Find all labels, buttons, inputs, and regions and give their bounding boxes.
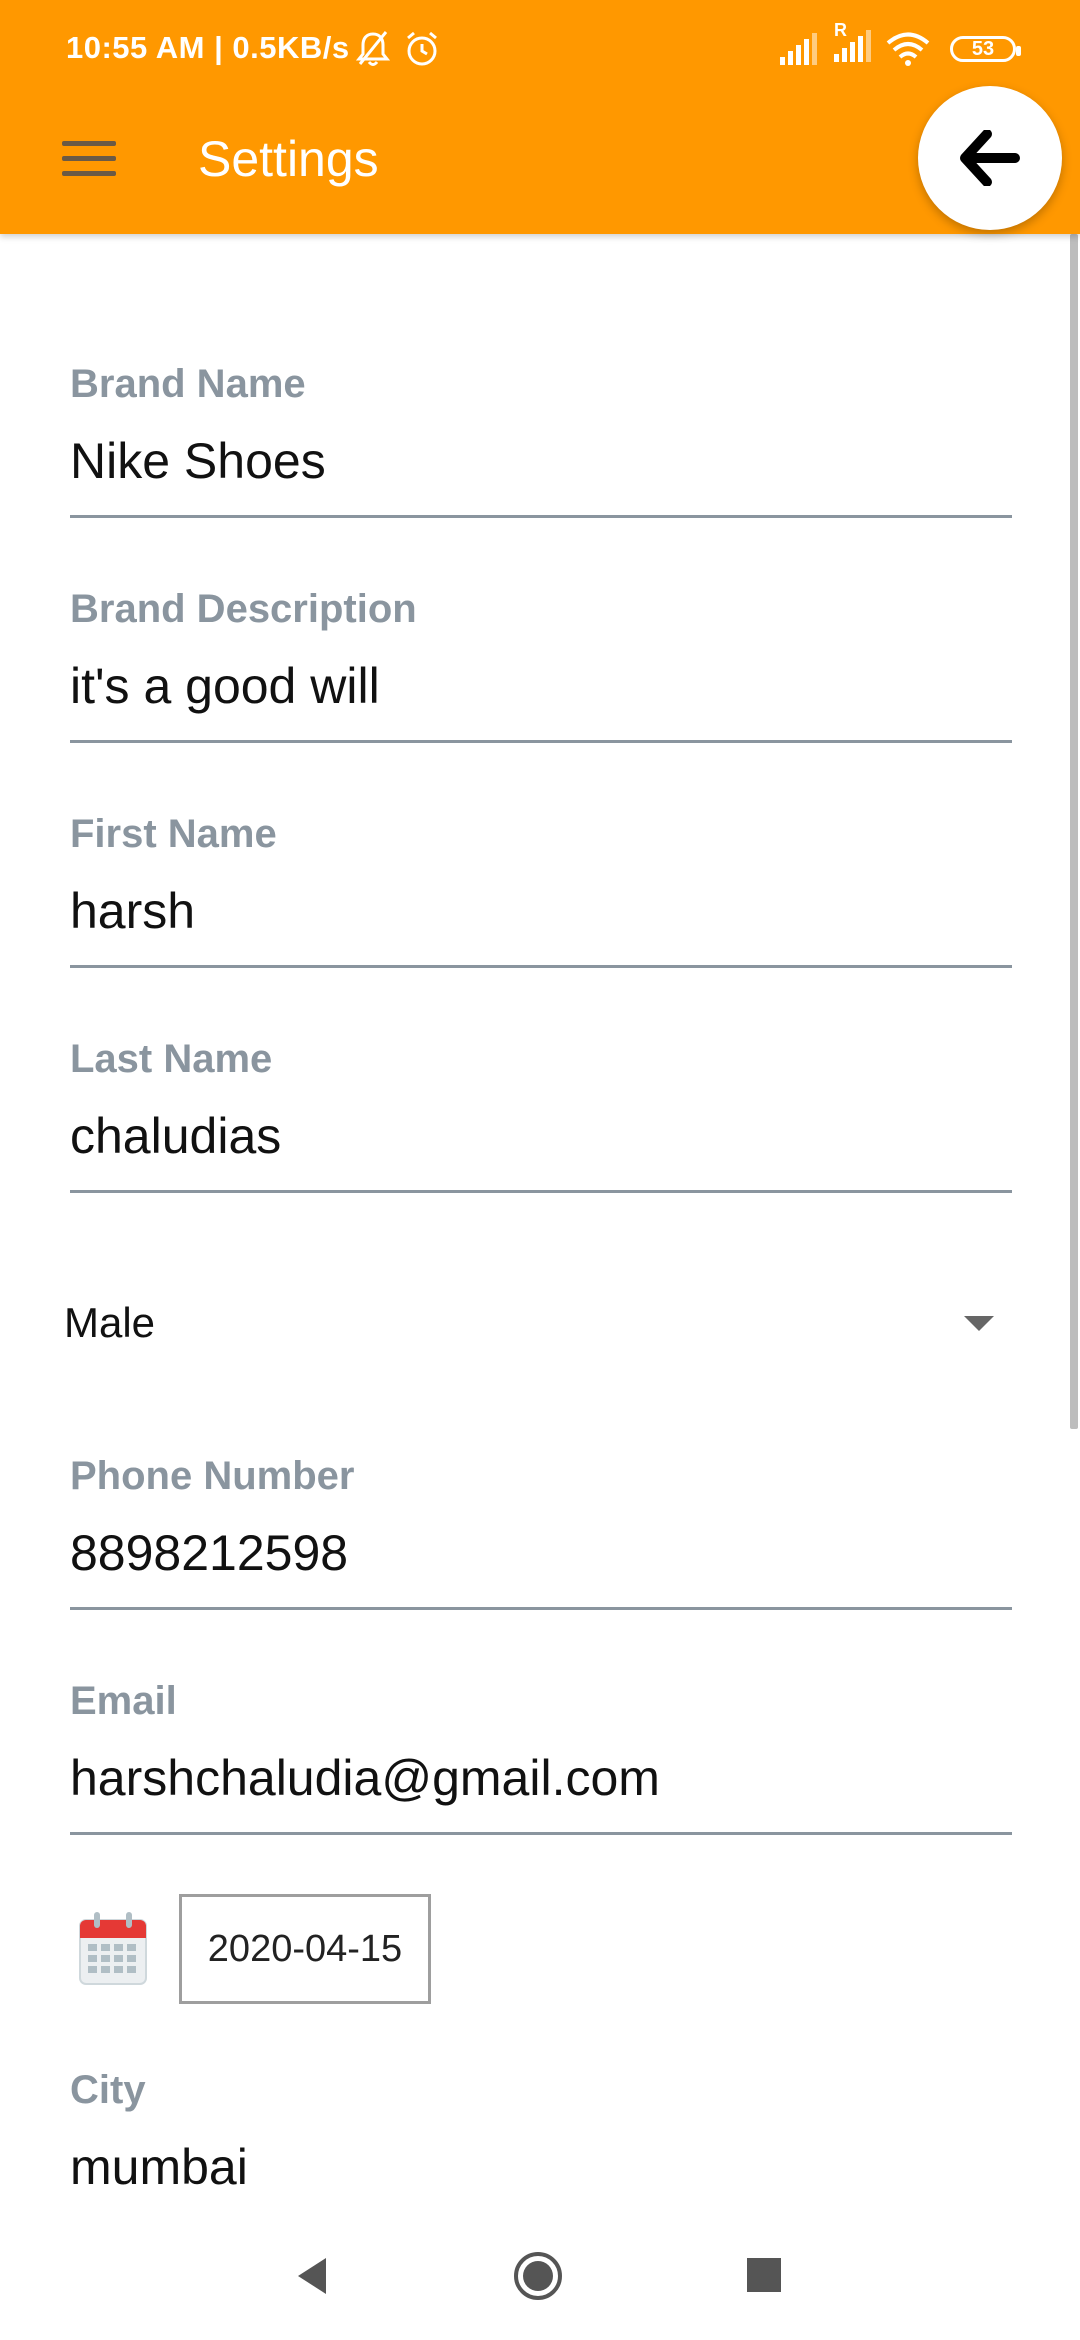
calendar-icon[interactable] <box>78 1910 148 1986</box>
last-name-underline <box>70 1190 1012 1193</box>
arrow-left-icon <box>960 130 1020 186</box>
city-input[interactable] <box>70 2135 1012 2199</box>
phone-field: Phone Number <box>70 1454 1012 1610</box>
bell-muted-icon <box>356 31 390 66</box>
brand-description-input[interactable] <box>70 654 1012 718</box>
square-recents-icon[interactable] <box>747 2258 781 2292</box>
brand-description-field: Brand Description <box>70 587 1012 743</box>
brand-name-field: Brand Name <box>70 362 1012 518</box>
roaming-indicator: R <box>834 20 847 40</box>
gender-value: Male <box>64 1299 156 1346</box>
brand-name-label: Brand Name <box>70 362 306 406</box>
system-navigation-bar <box>0 2220 1080 2340</box>
last-name-label: Last Name <box>70 1037 273 1081</box>
signal-icon <box>780 32 817 65</box>
email-label: Email <box>70 1679 177 1723</box>
first-name-field: First Name <box>70 812 1012 968</box>
brand-name-input[interactable] <box>70 429 1012 493</box>
brand-name-underline <box>70 515 1012 518</box>
email-input[interactable] <box>70 1746 1012 1810</box>
brand-description-label: Brand Description <box>70 587 417 631</box>
scrollbar[interactable] <box>1070 234 1078 1429</box>
status-icons-left <box>356 30 440 68</box>
status-icons-right: R <box>778 20 930 67</box>
signal-roaming: R <box>832 20 872 67</box>
back-button[interactable] <box>918 86 1062 230</box>
alarm-icon <box>407 31 437 66</box>
circle-home-icon[interactable] <box>512 2250 564 2302</box>
battery-indicator: 53 <box>950 36 1021 62</box>
status-bar: 10:55 AM | 0.5KB/s R 53 <box>0 0 1080 100</box>
first-name-input[interactable] <box>70 879 1012 943</box>
brand-description-underline <box>70 740 1012 743</box>
chevron-down-icon <box>964 1315 994 1331</box>
status-time: 10:55 AM | 0.5KB/s <box>66 30 350 65</box>
triangle-back-icon[interactable] <box>294 2256 328 2296</box>
last-name-field: Last Name <box>70 1037 1012 1193</box>
gender-dropdown[interactable]: Male <box>64 1290 994 1356</box>
phone-underline <box>70 1607 1012 1610</box>
email-underline <box>70 1832 1012 1835</box>
city-label: City <box>70 2068 146 2112</box>
hamburger-menu-icon[interactable] <box>62 141 116 177</box>
phone-input[interactable] <box>70 1521 1012 1585</box>
email-field: Email <box>70 1679 1012 1835</box>
last-name-input[interactable] <box>70 1104 1012 1168</box>
app-bar: 10:55 AM | 0.5KB/s R 53 Settings <box>0 0 1080 234</box>
first-name-label: First Name <box>70 812 277 856</box>
phone-label: Phone Number <box>70 1454 355 1498</box>
page-title: Settings <box>198 131 379 187</box>
first-name-underline <box>70 965 1012 968</box>
city-field: City <box>70 2068 1012 2199</box>
wifi-icon <box>886 32 930 66</box>
date-field[interactable]: 2020-04-15 <box>179 1894 431 2004</box>
